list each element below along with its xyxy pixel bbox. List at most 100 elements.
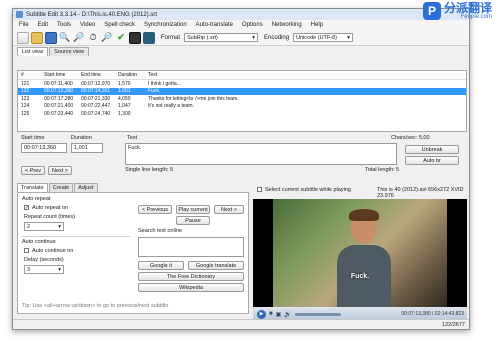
next-button[interactable]: Next > — [48, 166, 72, 175]
tab-create[interactable]: Create — [48, 183, 74, 192]
auto-continue-on-label: Auto continue on — [32, 248, 74, 254]
subtitle-text-field[interactable]: Fuck. — [125, 143, 397, 165]
table-row[interactable]: 123 00:07:17,280 00:07:21,330 4,050 Than… — [18, 95, 466, 103]
menu-synchronization[interactable]: Synchronization — [144, 22, 187, 28]
tab-list-view[interactable]: List view — [17, 47, 49, 56]
row-start: 00:07:23,440 — [44, 110, 74, 117]
watermark-en-text: Fenpie.com — [460, 14, 492, 20]
tab-source-view[interactable]: Source view — [49, 47, 90, 56]
auto-br-button[interactable]: Auto br — [405, 156, 459, 165]
volume-slider[interactable] — [294, 312, 341, 316]
save-icon[interactable] — [45, 31, 57, 44]
row-number: 125 — [21, 110, 30, 117]
header-text[interactable]: Text — [148, 72, 466, 78]
encoding-select-value: Unicode (UTF-8) — [296, 34, 337, 41]
toolbar: 🔍 🔎 ⏱ 🔎 ✔ Format SubRip (.srt) ▾ Encodin… — [13, 30, 469, 46]
google-it-button[interactable]: Google it — [138, 261, 184, 270]
previous-button[interactable]: < Previous — [138, 205, 172, 214]
app-icon — [16, 11, 23, 18]
menu-edit[interactable]: Edit — [38, 22, 48, 28]
table-row[interactable]: 125 00:07:23,440 00:07:24,740 1,300 — [18, 110, 466, 118]
play-icon[interactable]: ▶ — [257, 309, 266, 319]
row-duration: 1,300 — [118, 110, 131, 117]
tip-text: Tip: Use <alt+arrow up/down> to go to pr… — [22, 303, 169, 309]
menu-networking[interactable]: Networking — [272, 22, 302, 28]
google-translate-button[interactable]: Google translate — [188, 261, 244, 270]
row-end: 00:07:24,740 — [81, 110, 111, 117]
menu-help[interactable]: Help — [311, 22, 323, 28]
title-bar: Subtitle Edit 3.3.14 - D:\This.is.40.ENG… — [13, 9, 469, 20]
video-person — [333, 209, 393, 307]
new-file-icon[interactable] — [17, 31, 29, 44]
chevron-down-icon: ▾ — [252, 34, 256, 41]
total-length: Total length: 5 — [365, 167, 400, 173]
row-duration: 1,047 — [118, 103, 131, 110]
header-number[interactable]: # — [18, 72, 44, 78]
stop-icon[interactable]: ■ — [269, 311, 273, 317]
repeat-count-select[interactable]: 2 ▾ — [24, 222, 64, 231]
delay-select[interactable]: 3 ▾ — [24, 265, 64, 274]
auto-continue-label: Auto continue — [22, 239, 56, 245]
row-number: 123 — [21, 95, 30, 102]
app-window: Subtitle Edit 3.3.14 - D:\This.is.40.ENG… — [12, 8, 470, 330]
waveform-icon[interactable] — [143, 31, 155, 44]
wikipedia-button[interactable]: Wikipedia — [138, 283, 244, 292]
row-start: 00:07:11,400 — [44, 80, 73, 87]
encoding-select[interactable]: Unicode (UTF-8) ▾ — [293, 33, 354, 42]
volume-icon[interactable]: 🔊 — [284, 311, 291, 318]
menu-auto-translate[interactable]: Auto-translate — [196, 22, 233, 28]
delay-label: Delay (seconds) — [24, 257, 64, 263]
pause-button[interactable]: Pause — [176, 216, 210, 225]
menu-options[interactable]: Options — [242, 22, 263, 28]
tab-translate[interactable]: Translate — [17, 183, 48, 192]
repeat-count-value: 2 — [27, 223, 31, 230]
next-subtitle-button[interactable]: Next > — [214, 205, 244, 214]
fullscreen-icon[interactable]: ▣ — [276, 311, 282, 318]
row-text: It's not really a team. — [148, 103, 194, 110]
chevron-down-icon: ▾ — [347, 34, 351, 41]
auto-repeat-on-label: Auto repeat on — [32, 205, 69, 211]
visual-sync-icon[interactable]: ⏱ — [87, 32, 99, 44]
header-duration[interactable]: Duration — [118, 72, 148, 78]
menu-spell-check[interactable]: Spell check — [104, 22, 135, 28]
auto-repeat-checkbox[interactable]: ✓ — [24, 205, 29, 211]
check-icon[interactable]: ✔ — [115, 32, 127, 44]
start-time-label: Start time — [21, 135, 45, 141]
spell-check-icon[interactable]: 🔎 — [101, 32, 113, 44]
tab-adjust[interactable]: Adjust — [74, 183, 98, 192]
watermark-logo: P — [422, 2, 441, 20]
prev-button[interactable]: < Prev — [21, 166, 45, 175]
repeat-count-label: Repeat count (times) — [24, 214, 76, 220]
table-row-selected[interactable]: 122 00:07:13,360 00:07:14,361 1,001 Fuck… — [18, 87, 466, 95]
search-text-field[interactable] — [138, 237, 244, 257]
auto-continue-checkbox[interactable] — [24, 248, 29, 253]
video-file-info: This is 40 (2012).avi 656x272 XVID 23.97… — [377, 187, 464, 199]
row-number: 124 — [21, 103, 30, 110]
row-start: 00:07:21,400 — [44, 103, 74, 110]
menu-file[interactable]: File — [19, 22, 29, 28]
video-film-icon[interactable] — [129, 31, 141, 44]
start-time-field[interactable]: 00:07:13,360 — [21, 143, 67, 153]
unbreak-button[interactable]: Unbreak — [405, 145, 459, 154]
view-tabs: List view Source view — [13, 47, 469, 56]
table-row[interactable]: 124 00:07:21,400 00:07:22,447 1,047 It's… — [18, 103, 466, 111]
lower-tabs: Translate Create Adjust — [17, 183, 249, 192]
header-end-time[interactable]: End time — [81, 72, 118, 78]
video-player[interactable]: Fuck. — [253, 199, 467, 307]
table-row[interactable]: 121 00:07:11,400 00:07:12,970 1,570 I th… — [18, 80, 466, 88]
free-dictionary-button[interactable]: The Free Dictionary — [138, 272, 244, 281]
open-folder-icon[interactable] — [31, 31, 43, 44]
format-select[interactable]: SubRip (.srt) ▾ — [184, 33, 259, 42]
select-current-checkbox[interactable] — [257, 187, 262, 192]
find-icon[interactable]: 🔍 — [59, 32, 71, 44]
play-current-button[interactable]: Play current — [176, 205, 210, 214]
chars-sec: Chars/sec: 5,00 — [391, 135, 430, 141]
format-label: Format — [161, 34, 181, 41]
menu-video[interactable]: Video — [80, 22, 95, 28]
duration-field[interactable]: 1,001 — [71, 143, 103, 153]
header-start-time[interactable]: Start time — [44, 72, 81, 78]
subtitle-editor: Start time Duration 00:07:13,360 1,001 <… — [17, 135, 467, 181]
translate-area: Translate Create Adjust Auto repeat ✓ Au… — [17, 183, 249, 315]
replace-icon[interactable]: 🔎 — [73, 32, 85, 44]
menu-tools[interactable]: Tools — [57, 22, 71, 28]
